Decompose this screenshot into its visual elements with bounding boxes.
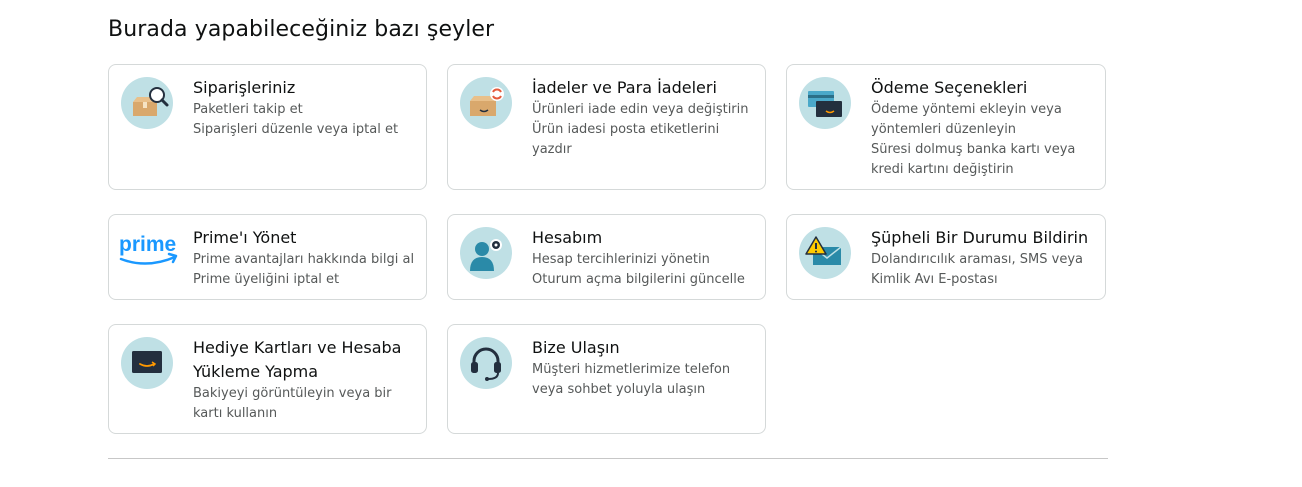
card-line: yazdır xyxy=(532,142,572,157)
card-line: veya sohbet yoluyla ulaşın xyxy=(532,382,706,397)
card-title: Hesabım xyxy=(532,228,603,247)
card-line: Müşteri hizmetlerimize telefon xyxy=(532,362,731,377)
card-line: Prime üyeliğini iptal et xyxy=(193,272,340,287)
card-title: Ödeme Seçenekleri xyxy=(871,78,1028,97)
package-search-icon xyxy=(121,77,173,129)
card-title: Prime'ı Yönet xyxy=(193,228,297,247)
card-line: Ürünleri iade edin veya değiştirin xyxy=(532,102,749,117)
headset-icon xyxy=(460,337,512,389)
prime-logo-icon: prime xyxy=(117,229,181,281)
card-title: İadeler ve Para İadeleri xyxy=(532,78,717,97)
card-line: Siparişleri düzenle veya iptal et xyxy=(193,122,399,137)
prime-logo-text: prime xyxy=(119,233,176,256)
card-orders[interactable]: Siparişleriniz Paketleri takip et Sipari… xyxy=(108,64,427,190)
card-gift-cards[interactable]: Hediye Kartları ve Hesaba Yükleme Yapma … xyxy=(108,324,427,434)
section-heading: Burada yapabileceğiniz bazı şeyler xyxy=(108,17,495,42)
card-contact-us[interactable]: Bize Ulaşın Müşteri hizmetlerimize telef… xyxy=(447,324,766,434)
card-prime[interactable]: prime Prime'ı Yönet Prime avantajları ha… xyxy=(108,214,427,300)
account-settings-icon xyxy=(460,227,512,279)
card-line: Paketleri takip et xyxy=(193,102,303,117)
package-return-icon xyxy=(460,77,512,129)
card-title: Siparişleriniz xyxy=(193,78,296,97)
card-report-suspicious[interactable]: Şüpheli Bir Durumu Bildirin Dolandırıcıl… xyxy=(786,214,1106,300)
card-line: Hesap tercihlerinizi yönetin xyxy=(532,252,710,267)
card-payment-options[interactable]: Ödeme Seçenekleri Ödeme yöntemi ekleyin … xyxy=(786,64,1106,190)
card-line: Ödeme yöntemi ekleyin veya xyxy=(871,102,1062,117)
card-title: Şüpheli Bir Durumu Bildirin xyxy=(871,228,1089,247)
card-line: Süresi dolmuş banka kartı veya xyxy=(871,142,1076,157)
card-line: yöntemleri düzenleyin xyxy=(871,122,1017,137)
card-line: Kimlik Avı E-postası xyxy=(871,272,998,287)
gift-card-icon xyxy=(121,337,173,389)
card-line: Bakiyeyi görüntüleyin veya bir xyxy=(193,386,392,401)
card-returns[interactable]: İadeler ve Para İadeleri Ürünleri iade e… xyxy=(447,64,766,190)
card-title: Hediye Kartları ve Hesaba Yükleme Yapma xyxy=(193,338,402,381)
card-line: Prime avantajları hakkında bilgi al xyxy=(193,252,415,267)
card-line: kartı kullanın xyxy=(193,406,278,421)
payment-cards-icon xyxy=(799,77,851,129)
card-account[interactable]: Hesabım Hesap tercihlerinizi yönetin Otu… xyxy=(447,214,766,300)
card-line: Ürün iadesi posta etiketlerini xyxy=(532,122,720,137)
card-line: Oturum açma bilgilerini güncelle xyxy=(532,272,745,287)
card-line: Dolandırıcılık araması, SMS veya xyxy=(871,252,1084,267)
section-divider xyxy=(108,458,1108,459)
card-title: Bize Ulaşın xyxy=(532,338,620,357)
card-line: kredi kartını değiştirin xyxy=(871,162,1014,177)
warning-mail-icon xyxy=(799,227,851,279)
